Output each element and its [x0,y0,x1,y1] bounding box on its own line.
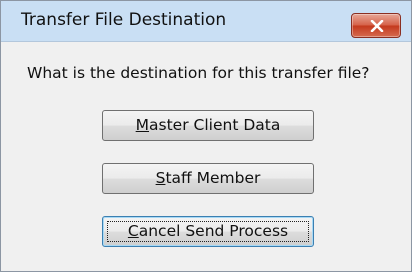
button-label: Cancel Send Process [127,222,289,240]
dialog-body: What is the destination for this transfe… [1,42,411,271]
button-label: Staff Member [155,169,261,187]
master-client-data-button[interactable]: Master Client Data [102,110,314,141]
access-key-letter: M [135,116,150,134]
access-key-letter: S [155,169,166,187]
dialog-title: Transfer File Destination [21,10,227,30]
access-key-letter: C [127,222,139,240]
destination-prompt: What is the destination for this transfe… [27,64,370,82]
cancel-send-process-button[interactable]: Cancel Send Process [102,216,314,247]
title-bar[interactable]: Transfer File Destination [1,1,411,42]
dialog-window: Transfer File Destination What is the de… [0,0,412,272]
close-x-icon [370,20,384,32]
button-label: Master Client Data [135,116,281,134]
close-button[interactable] [351,13,401,38]
staff-member-button[interactable]: Staff Member [102,163,314,194]
